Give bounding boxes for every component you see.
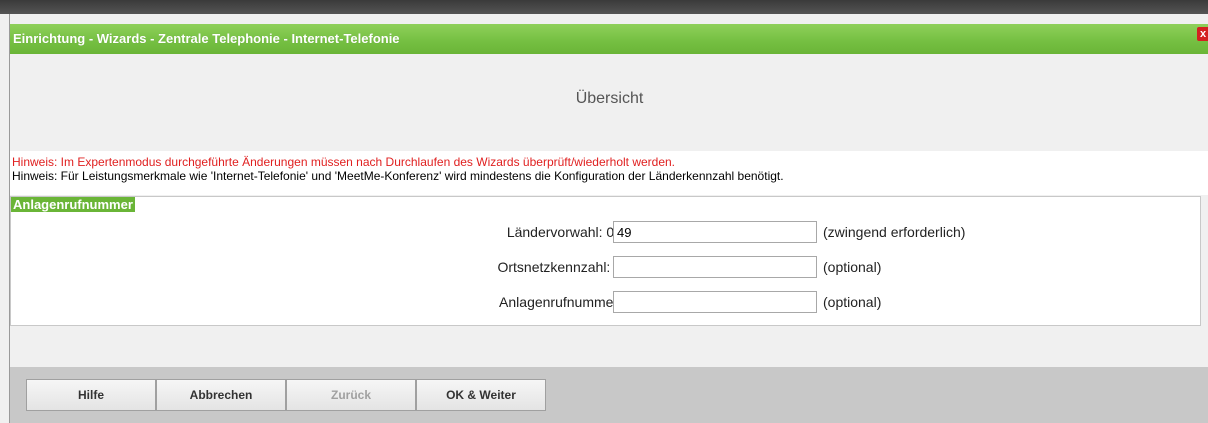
- country-code-row: Ländervorwahl: 00 (zwingend erforderlich…: [11, 221, 1202, 243]
- cancel-button[interactable]: Abbrechen: [156, 379, 286, 411]
- back-button[interactable]: Zurück: [286, 379, 416, 411]
- help-button[interactable]: Hilfe: [26, 379, 156, 411]
- dialog-titlebar: Einrichtung - Wizards - Zentrale Telepho…: [10, 24, 1208, 54]
- hint-expert-mode: Hinweis: Im Expertenmodus durchgeführte …: [12, 155, 676, 169]
- page-title: Übersicht: [575, 90, 644, 107]
- area-code-row: Ortsnetzkennzahl: 0 (optional): [11, 256, 1202, 278]
- system-number-row: Anlagenrufnummer: (optional): [11, 291, 1202, 313]
- hint-box: Hinweis: Im Expertenmodus durchgeführte …: [10, 151, 1208, 195]
- area-code-hint: (optional): [823, 259, 882, 275]
- section-legend: Anlagenrufnummer: [11, 197, 135, 212]
- country-code-input[interactable]: [613, 221, 817, 243]
- system-number-input[interactable]: [613, 291, 817, 313]
- wizard-dialog: Einrichtung - Wizards - Zentrale Telepho…: [9, 14, 1208, 423]
- country-code-label: Ländervorwahl: 00: [506, 224, 622, 240]
- system-number-section: Anlagenrufnummer Ländervorwahl: 00 (zwin…: [10, 196, 1201, 326]
- area-code-input[interactable]: [613, 256, 817, 278]
- area-code-label: Ortsnetzkennzahl: 0: [497, 259, 622, 275]
- background-strip: [0, 0, 1208, 14]
- system-number-hint: (optional): [823, 294, 882, 310]
- close-icon[interactable]: x: [1197, 27, 1208, 41]
- system-number-label: Anlagenrufnummer:: [499, 294, 622, 310]
- dialog-title: Einrichtung - Wizards - Zentrale Telepho…: [13, 31, 400, 46]
- hint-country-code: Hinweis: Für Leistungsmerkmale wie 'Inte…: [12, 169, 784, 183]
- country-code-hint: (zwingend erforderlich): [823, 224, 966, 240]
- button-bar: Hilfe Abbrechen Zurück OK & Weiter: [10, 367, 1208, 423]
- ok-next-button[interactable]: OK & Weiter: [416, 379, 546, 411]
